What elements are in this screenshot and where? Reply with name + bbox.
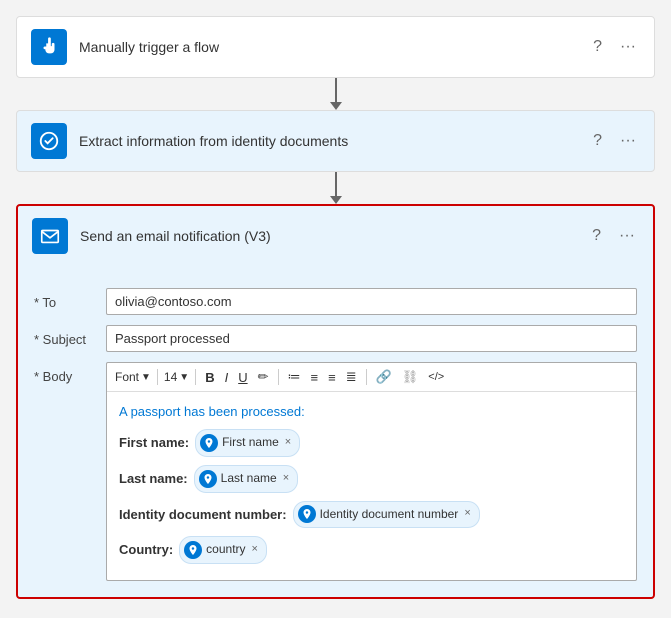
intro-text: A passport has been processed: <box>119 404 305 419</box>
font-dropdown-icon[interactable]: ▼ <box>141 372 151 383</box>
align-right-button[interactable]: ≣ <box>343 367 360 387</box>
connector-line-2 <box>335 172 337 196</box>
token-text-2: Identity document number <box>320 504 459 526</box>
trigger-actions: ? ··· <box>589 36 640 58</box>
email-icon <box>32 218 68 254</box>
email-help-button[interactable]: ? <box>588 225 605 247</box>
connector-arrowhead-2 <box>330 196 342 204</box>
rich-editor[interactable]: Font ▼ 14 ▼ B I U ✏ <box>106 362 637 581</box>
token-icon-3 <box>184 541 202 559</box>
email-title: Send an email notification (V3) <box>80 228 576 244</box>
trigger-help-button[interactable]: ? <box>589 36 606 58</box>
font-selector[interactable]: Font ▼ <box>115 370 151 384</box>
to-label: * To <box>34 288 94 310</box>
size-dropdown-icon[interactable]: ▼ <box>179 372 189 383</box>
token-close-0[interactable]: × <box>285 433 291 453</box>
flow-container: Manually trigger a flow ? ··· Extract in… <box>16 16 655 599</box>
link-button[interactable]: 🔗 <box>373 367 395 387</box>
field-token-3[interactable]: country × <box>179 536 267 564</box>
body-label: * Body <box>34 362 94 384</box>
extract-icon <box>31 123 67 159</box>
size-label: 14 <box>164 370 177 384</box>
subject-label: * Subject <box>34 325 94 347</box>
body-row: * Body Font ▼ 14 ▼ B <box>34 362 637 581</box>
connector-line-1 <box>335 78 337 102</box>
to-row: * To <box>34 288 637 315</box>
email-form: * To * Subject * Body Font ▼ <box>18 278 653 597</box>
field-label-2: Identity document number: <box>119 503 287 526</box>
toolbar-divider-4 <box>366 369 367 385</box>
underline-button[interactable]: U <box>235 368 250 387</box>
intro-line: A passport has been processed: <box>119 400 624 423</box>
font-label: Font <box>115 370 139 384</box>
field-row-2: Identity document number: Identity docum… <box>119 501 624 529</box>
code-button[interactable]: </> <box>425 369 447 385</box>
extract-more-button[interactable]: ··· <box>616 130 640 152</box>
bold-button[interactable]: B <box>202 368 217 387</box>
editor-content: A passport has been processed: First nam… <box>107 392 636 580</box>
subject-row: * Subject <box>34 325 637 352</box>
field-label-1: Last name: <box>119 467 188 490</box>
field-token-1[interactable]: Last name × <box>194 465 298 493</box>
align-left-button[interactable]: ≡ <box>325 368 339 387</box>
token-icon-0 <box>200 434 218 452</box>
bullet-list-button[interactable]: ≔ <box>285 367 304 387</box>
trigger-icon <box>31 29 67 65</box>
size-selector[interactable]: 14 ▼ <box>164 370 189 384</box>
email-card: Send an email notification (V3) ? ··· * … <box>16 204 655 599</box>
token-close-1[interactable]: × <box>283 469 289 489</box>
field-token-0[interactable]: First name × <box>195 429 300 457</box>
field-label-0: First name: <box>119 431 189 454</box>
trigger-more-button[interactable]: ··· <box>616 36 640 58</box>
italic-button[interactable]: I <box>222 368 232 387</box>
to-input[interactable] <box>106 288 637 315</box>
token-text-3: country <box>206 539 245 561</box>
token-icon-1 <box>199 470 217 488</box>
email-actions: ? ··· <box>588 225 639 247</box>
field-label-3: Country: <box>119 538 173 561</box>
field-row-3: Country: country × <box>119 536 624 564</box>
connector-arrowhead-1 <box>330 102 342 110</box>
extract-help-button[interactable]: ? <box>589 130 606 152</box>
trigger-card: Manually trigger a flow ? ··· <box>16 16 655 78</box>
trigger-title: Manually trigger a flow <box>79 39 577 55</box>
highlight-button[interactable]: ✏ <box>255 367 272 387</box>
token-icon-2 <box>298 505 316 523</box>
toolbar-divider-3 <box>278 369 279 385</box>
token-text-0: First name <box>222 432 279 454</box>
unlink-button[interactable]: ⛓ <box>399 367 422 387</box>
subject-input[interactable] <box>106 325 637 352</box>
toolbar-divider-1 <box>157 369 158 385</box>
editor-toolbar: Font ▼ 14 ▼ B I U ✏ <box>107 363 636 392</box>
token-close-2[interactable]: × <box>464 504 470 524</box>
connector-arrow-1 <box>330 78 342 110</box>
field-row-0: First name: First name × <box>119 429 624 457</box>
email-card-header: Send an email notification (V3) ? ··· <box>18 206 653 266</box>
toolbar-divider-2 <box>195 369 196 385</box>
email-more-button[interactable]: ··· <box>615 225 639 247</box>
ordered-list-button[interactable]: ≡ <box>308 368 322 387</box>
connector-arrow-2 <box>330 172 342 204</box>
field-row-1: Last name: Last name × <box>119 465 624 493</box>
token-text-1: Last name <box>221 468 277 490</box>
extract-title: Extract information from identity docume… <box>79 133 577 149</box>
extract-card: Extract information from identity docume… <box>16 110 655 172</box>
extract-actions: ? ··· <box>589 130 640 152</box>
token-close-3[interactable]: × <box>252 540 258 560</box>
field-token-2[interactable]: Identity document number × <box>293 501 480 529</box>
